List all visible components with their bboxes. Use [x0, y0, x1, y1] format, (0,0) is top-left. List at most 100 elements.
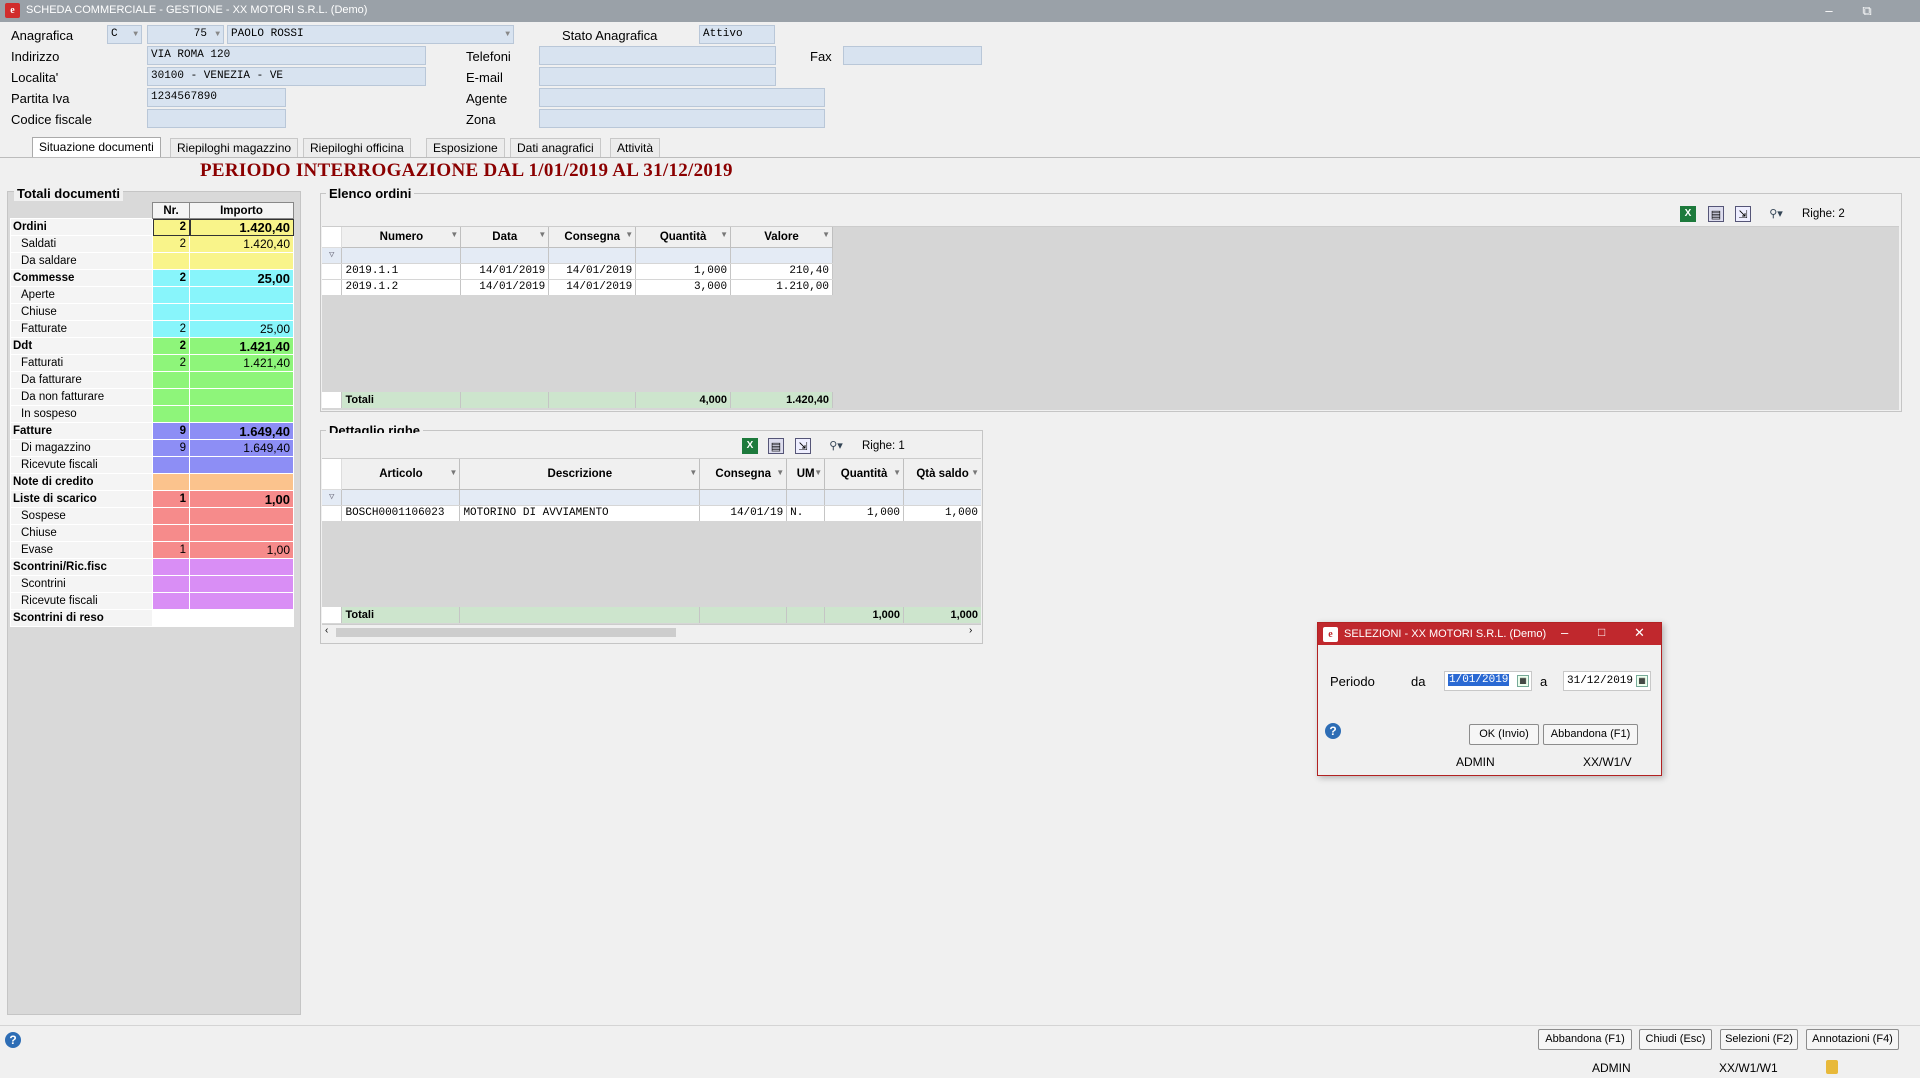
anagrafica-type-select[interactable]: C ▼ [107, 25, 142, 44]
col-qta-saldo-header[interactable]: Qtà saldo ▼ [903, 459, 981, 490]
scroll-left-icon[interactable]: ‹ [325, 625, 328, 636]
totali-row-importo [189, 524, 294, 542]
totali-row[interactable]: Di magazzino 9 1.649,40 [10, 439, 294, 457]
telefoni-field[interactable] [539, 46, 776, 65]
filter-icon[interactable]: ▽ [322, 489, 343, 506]
col-importo-header: Importo [189, 202, 294, 219]
col-descrizione-header[interactable]: Descrizione ▼ [459, 459, 701, 490]
restore-icon[interactable]: ⧉ [1854, 2, 1880, 20]
date-to-field[interactable]: 31/12/2019 ▦ [1563, 671, 1651, 691]
date-from-field[interactable]: 1/01/2019 ▦ [1444, 671, 1532, 691]
totali-row[interactable]: Fatturati 2 1.421,40 [10, 354, 294, 372]
fax-field[interactable] [843, 46, 982, 65]
tab-riepiloghi-magazzino[interactable]: Riepiloghi magazzino [170, 138, 299, 158]
totali-row[interactable]: Evase 1 1,00 [10, 541, 294, 559]
totali-row[interactable]: Sospese [10, 507, 294, 525]
indirizzo-field[interactable]: VIA ROMA 120 [147, 46, 426, 65]
zona-field[interactable] [539, 109, 825, 128]
filter-row[interactable]: ▽ [322, 489, 981, 506]
footer-abbandona-button[interactable]: Abbandona (F1) [1538, 1029, 1632, 1050]
period-title: PERIODO INTERROGAZIONE DAL 1/01/2019 AL … [200, 160, 733, 181]
totale-quantita: 1,000 [824, 607, 905, 624]
col-um-header[interactable]: UM ▼ [786, 459, 826, 490]
col-quantita-header[interactable]: Quantità ▼ [824, 459, 905, 490]
scroll-right-icon[interactable]: › [969, 625, 972, 636]
table-row[interactable]: BOSCH0001106023 MOTORINO DI AVVIAMENTO 1… [322, 505, 981, 522]
totali-row[interactable]: Fatture 9 1.649,40 [10, 422, 294, 440]
notes-icon[interactable] [1826, 1060, 1838, 1074]
col-data-header[interactable]: Data ▼ [460, 227, 550, 248]
totali-row[interactable]: Liste di scarico 1 1,00 [10, 490, 294, 508]
filter-dropdown-icon[interactable]: ⚲▾ [1762, 206, 1790, 222]
agente-field[interactable] [539, 88, 825, 107]
table-row[interactable]: 2019.1.1 14/01/2019 14/01/2019 1,000 210… [322, 263, 833, 280]
chiudi-button[interactable]: Chiudi (Esc) [1639, 1029, 1712, 1050]
anagrafica-code-field[interactable]: 75 ▼ [147, 25, 224, 44]
totali-row[interactable]: Chiuse [10, 524, 294, 542]
dialog-close-icon[interactable]: ✕ [1634, 625, 1645, 641]
table-row[interactable]: 2019.1.2 14/01/2019 14/01/2019 3,000 1.2… [322, 279, 833, 296]
dialog-maximize-icon[interactable]: □ [1598, 625, 1605, 639]
resize-columns-icon[interactable]: ⇲ [1735, 206, 1751, 222]
help-icon[interactable]: ? [5, 1032, 21, 1048]
tab-situazione-documenti[interactable]: Situazione documenti [32, 137, 161, 158]
totali-row[interactable]: In sospeso [10, 405, 294, 423]
horizontal-scrollbar[interactable]: ‹ › [322, 624, 981, 640]
filter-row[interactable]: ▽ [322, 247, 833, 264]
ok-button[interactable]: OK (Invio) [1469, 724, 1539, 745]
excel-export-icon[interactable]: X [1680, 206, 1696, 222]
order-valore: 210,40 [730, 263, 833, 280]
tab-esposizione[interactable]: Esposizione [426, 138, 505, 158]
stato-field[interactable]: Attivo [699, 25, 775, 44]
grid-layout-icon[interactable]: ▤ [768, 438, 784, 454]
filter-icon[interactable]: ▽ [322, 247, 343, 264]
excel-export-icon[interactable]: X [742, 438, 758, 454]
totali-row[interactable]: Da non fatturare [10, 388, 294, 406]
totali-row[interactable]: Scontrini [10, 575, 294, 593]
calendar-icon[interactable]: ▦ [1517, 675, 1529, 687]
email-field[interactable] [539, 67, 776, 86]
cf-field[interactable] [147, 109, 286, 128]
col-consegna-header[interactable]: Consegna ▼ [548, 227, 637, 248]
grid-layout-icon[interactable]: ▤ [1708, 206, 1724, 222]
dialog-minimize-icon[interactable]: – [1561, 625, 1568, 640]
col-valore-header[interactable]: Valore ▼ [730, 227, 833, 248]
col-um-label: UM [796, 467, 815, 480]
totali-row[interactable]: Chiuse [10, 303, 294, 321]
tab-attivita[interactable]: Attività [610, 138, 661, 158]
resize-columns-icon[interactable]: ⇲ [795, 438, 811, 454]
totali-row[interactable]: Scontrini/Ric.fisc [10, 558, 294, 576]
tab-riepiloghi-officina[interactable]: Riepiloghi officina [303, 138, 411, 158]
column-menu-icon: ▼ [689, 468, 698, 477]
totali-row-nr [152, 558, 190, 576]
totali-row[interactable]: Scontrini di reso [10, 609, 294, 627]
email-label: E-mail [466, 70, 503, 85]
piva-field[interactable]: 1234567890 [147, 88, 286, 107]
localita-field[interactable]: 30100 - VENEZIA - VE [147, 67, 426, 86]
totali-row[interactable]: Da saldare [10, 252, 294, 270]
totali-row[interactable]: Ricevute fiscali [10, 592, 294, 610]
totali-row[interactable]: Ordini 2 1.420,40 [10, 218, 294, 236]
anagrafica-name-field[interactable]: PAOLO ROSSI ▼ [227, 25, 514, 44]
scrollbar-thumb[interactable] [336, 628, 676, 637]
totali-row[interactable]: Note di credito [10, 473, 294, 491]
totali-row[interactable]: Ricevute fiscali [10, 456, 294, 474]
minimize-icon[interactable]: – [1816, 2, 1842, 20]
totali-row[interactable]: Da fatturare [10, 371, 294, 389]
totali-row[interactable]: Ddt 2 1.421,40 [10, 337, 294, 355]
col-articolo-header[interactable]: Articolo ▼ [341, 459, 461, 490]
totali-row[interactable]: Saldati 2 1.420,40 [10, 235, 294, 253]
col-consegna-header[interactable]: Consegna ▼ [699, 459, 788, 490]
totali-row[interactable]: Aperte [10, 286, 294, 304]
help-icon[interactable]: ? [1325, 723, 1341, 739]
selezioni-button[interactable]: Selezioni (F2) [1720, 1029, 1798, 1050]
col-quantita-header[interactable]: Quantità ▼ [635, 227, 732, 248]
totali-row[interactable]: Commesse 2 25,00 [10, 269, 294, 287]
tab-dati-anagrafici[interactable]: Dati anagrafici [510, 138, 601, 158]
col-numero-header[interactable]: Numero ▼ [341, 227, 462, 248]
totali-row[interactable]: Fatturate 2 25,00 [10, 320, 294, 338]
abbandona-button[interactable]: Abbandona (F1) [1543, 724, 1638, 745]
filter-dropdown-icon[interactable]: ⚲▾ [822, 438, 850, 454]
annotazioni-button[interactable]: Annotazioni (F4) [1806, 1029, 1899, 1050]
calendar-icon[interactable]: ▦ [1636, 675, 1648, 687]
